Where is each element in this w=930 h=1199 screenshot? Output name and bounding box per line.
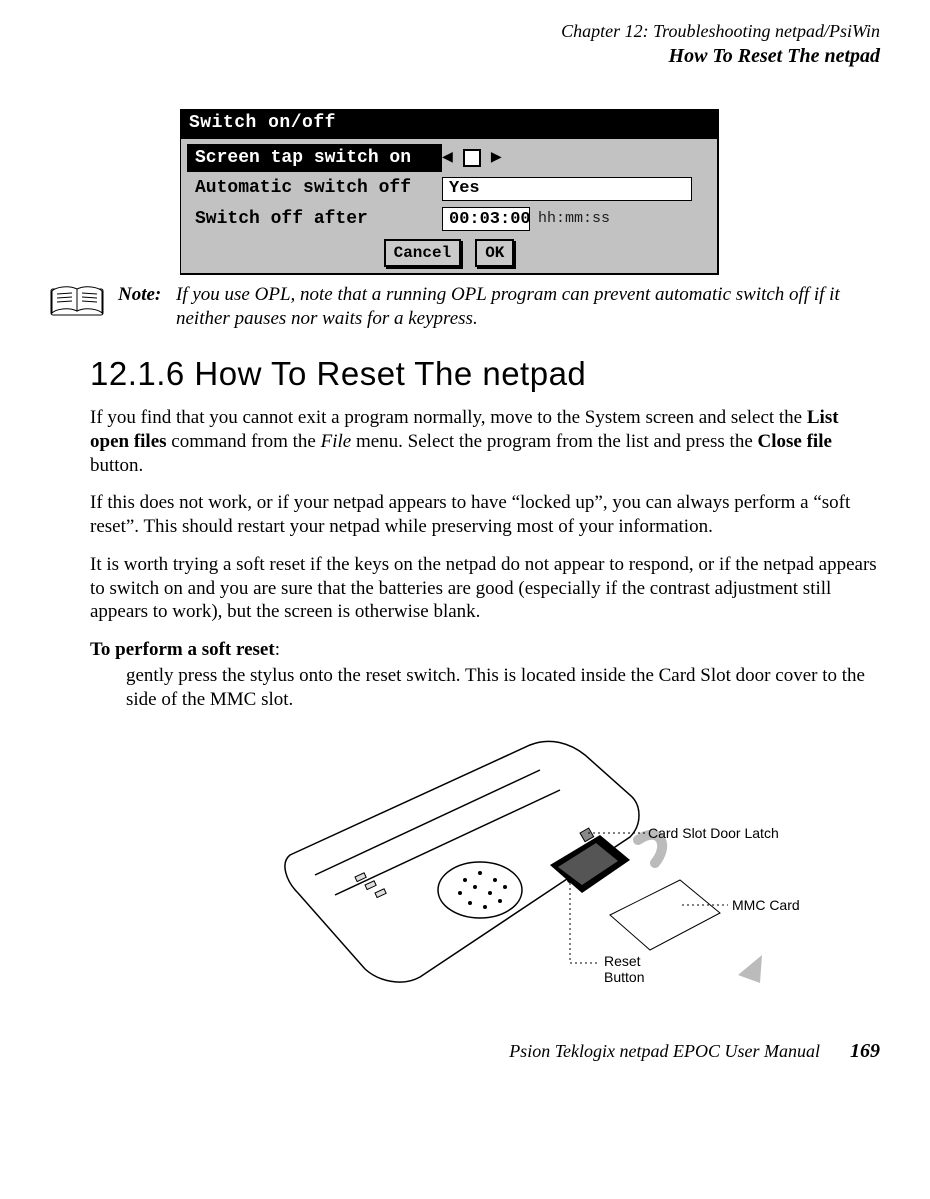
open-book-icon (50, 283, 104, 321)
checkbox-icon[interactable] (463, 149, 481, 167)
time-unit-label: hh:mm:ss (538, 210, 610, 229)
para-3: It is worth trying a soft reset if the k… (90, 553, 880, 624)
row-auto-off-value[interactable]: Yes (442, 177, 692, 201)
callout-reset-1: Reset (604, 953, 641, 969)
note-text: If you use OPL, note that a running OPL … (172, 283, 880, 331)
dialog-title: Switch on/off (181, 109, 717, 139)
para-4-lead: To perform a soft reset: (90, 638, 880, 662)
footer-book-title: Psion Teklogix netpad EPOC User Manual (509, 1040, 820, 1063)
cancel-button[interactable]: Cancel (384, 239, 462, 267)
section-heading: 12.1.6 How To Reset The netpad (90, 353, 880, 394)
row-switch-after-label: Switch off after (187, 205, 442, 234)
row-screen-tap-value[interactable]: ◀ ▶ (442, 144, 711, 173)
callout-mmc: MMC Card (732, 897, 800, 913)
callout-latch: Card Slot Door Latch (648, 825, 779, 841)
row-switch-after-value[interactable]: 00:03:00 (442, 207, 530, 231)
ok-button[interactable]: OK (475, 239, 514, 267)
para-2: If this does not work, or if your netpad… (90, 491, 880, 539)
dialog-screenshot: Switch on/off Screen tap switch on ◀ ▶ A… (180, 109, 880, 275)
row-auto-off-label: Automatic switch off (187, 174, 442, 203)
para-4-body: gently press the stylus onto the reset s… (126, 664, 880, 712)
arrow-left-icon: ◀ (442, 147, 453, 170)
para-1: If you find that you cannot exit a progr… (90, 406, 880, 477)
header-section: How To Reset The netpad (50, 43, 880, 69)
footer-page-number: 169 (850, 1039, 880, 1064)
reset-figure: Card Slot Door Latch MMC Card Reset Butt… (250, 725, 810, 1005)
callout-reset-2: Button (604, 969, 644, 985)
note-block: Note: If you use OPL, note that a runnin… (50, 283, 880, 331)
header-chapter: Chapter 12: Troubleshooting netpad/PsiWi… (50, 20, 880, 43)
note-label: Note: (118, 283, 166, 331)
row-screen-tap-label: Screen tap switch on (187, 144, 442, 173)
page-footer: Psion Teklogix netpad EPOC User Manual 1… (50, 1039, 880, 1064)
running-header: Chapter 12: Troubleshooting netpad/PsiWi… (50, 20, 880, 69)
body-content: If you find that you cannot exit a progr… (90, 406, 880, 1005)
arrow-right-icon: ▶ (491, 147, 502, 170)
